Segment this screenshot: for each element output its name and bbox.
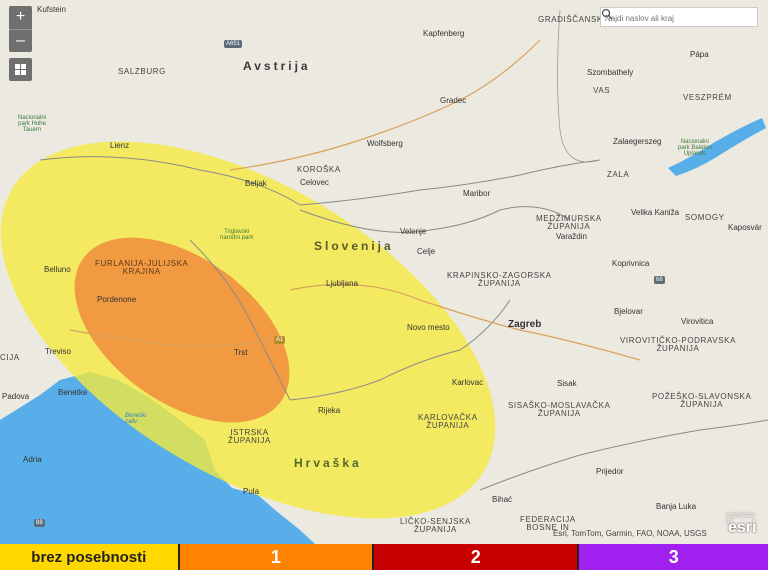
zoom-in-button[interactable]: +: [9, 6, 32, 29]
road-shield-68: 68: [654, 276, 665, 284]
city-label-sisak: Sisak: [557, 379, 577, 388]
city-label-padova: Padova: [2, 392, 30, 401]
country-label-austria: Avstrija: [243, 59, 311, 73]
region-label-medzimurska: MEDŽIMURSKA ŽUPANIJA: [536, 214, 602, 231]
city-label-lienz: Lienz: [110, 141, 130, 150]
city-label-kaposvar: Kaposvár: [728, 223, 762, 232]
city-label-benetke: Benetke: [58, 388, 88, 397]
zoom-out-button[interactable]: –: [9, 29, 32, 53]
city-label-trst: Trst: [234, 348, 248, 357]
home-extent-button[interactable]: [9, 58, 32, 81]
city-label-koprivnica: Koprivnica: [612, 259, 650, 268]
region-label-licko-senjska: LIČKO-SENJSKA ŽUPANIJA: [400, 517, 471, 534]
park-label-hohe-tauern: Nacionalni park Hohe Tauern: [18, 115, 47, 133]
search-box: [600, 7, 758, 28]
region-label-viroviticko: VIROVITIČKO-PODRAVSKA ŽUPANIJA: [620, 336, 737, 353]
road-shield-a651: A651: [224, 40, 243, 48]
city-label-zagreb: Zagreb: [508, 319, 542, 330]
water-label-beneski-zaliv: Beneški zaliv: [125, 413, 147, 425]
city-label-varazdin: Varaždin: [556, 232, 587, 241]
region-label-zala: ZALA: [607, 170, 630, 179]
city-label-beljak: Beljak: [245, 179, 267, 188]
globe-icon: [15, 64, 26, 75]
city-label-szombathely: Szombathely: [587, 68, 634, 77]
city-label-virovitica: Virovitica: [681, 317, 714, 326]
city-label-celje: Celje: [417, 247, 436, 256]
legend-item-level-1: 1: [177, 544, 373, 570]
region-label-sisacko: SISAŠKO-MOSLAVAČKA ŽUPANIJA: [508, 401, 611, 418]
city-label-papa: Pápa: [690, 50, 709, 59]
city-label-pula: Pula: [243, 487, 260, 496]
road-shield-a1: A1: [274, 336, 286, 344]
city-label-novo-mesto: Novo mesto: [407, 323, 450, 332]
city-label-belluno: Belluno: [44, 265, 71, 274]
city-label-bihac: Bihać: [492, 495, 513, 504]
city-label-velenje: Velenje: [400, 227, 427, 236]
city-label-maribor: Maribor: [463, 189, 491, 198]
legend-item-level-3: 3: [577, 544, 768, 570]
region-label-krapinsko-zagorska: KRAPINSKO-ZAGORSKA ŽUPANIJA: [447, 271, 552, 288]
city-label-adria: Adria: [23, 455, 42, 464]
region-label-veszprem: VESZPRÉM: [683, 93, 732, 102]
esri-powered-label: POWERED BY: [726, 513, 756, 525]
city-label-rijeka: Rijeka: [318, 406, 341, 415]
city-label-kufstein: Kufstein: [37, 5, 66, 14]
city-label-kapfenberg: Kapfenberg: [423, 29, 465, 38]
legend-item-no-warning: brez posebnosti: [0, 544, 178, 570]
city-label-celovec: Celovec: [300, 178, 329, 187]
city-label-velika-kanizsa: Velika Kaniža: [631, 208, 680, 217]
city-label-pordenone: Pordenone: [97, 295, 137, 304]
country-label-croatia: Hrvaška: [294, 456, 362, 470]
city-label-prijedor: Prijedor: [596, 467, 624, 476]
country-label-slovenia: Slovenija: [314, 239, 394, 253]
map[interactable]: Avstrija Slovenija Hrvaška SALZBURG KORO…: [0, 0, 768, 544]
region-label-gradiscansko: GRADIŠČANSK: [538, 15, 603, 24]
region-label-pozesko: POŽEŠKO-SLAVONSKA ŽUPANIJA: [652, 392, 752, 409]
region-label-koroska: KOROŠKA: [297, 165, 341, 174]
region-label-vas: VAS: [593, 86, 611, 95]
city-label-wolfsberg: Wolfsberg: [367, 139, 403, 148]
city-label-gradec: Gradec: [440, 96, 467, 105]
city-label-zalaegerszeg: Zalaegerszeg: [613, 137, 662, 146]
zoom-controls: + –: [9, 6, 32, 52]
warning-legend: brez posebnosti 1 2 3: [0, 544, 768, 570]
search-input[interactable]: [601, 9, 739, 28]
region-label-salzburg: SALZBURG: [118, 67, 166, 76]
region-label-karlovacka: KARLOVAČKA ŽUPANIJA: [418, 413, 478, 430]
city-label-ljubljana: Ljubljana: [326, 279, 359, 288]
search-icon[interactable]: [601, 8, 613, 20]
city-label-bjelovar: Bjelovar: [614, 307, 643, 316]
road-shield-88: 88: [34, 519, 45, 527]
city-label-karlovac: Karlovac: [452, 378, 484, 387]
park-label-triglavski: Triglavski narodni park: [220, 229, 254, 241]
map-attribution: Esri, TomTom, Garmin, FAO, NOAA, USGS: [553, 529, 707, 538]
esri-logo: POWERED BY esri: [726, 513, 756, 537]
region-label-somogy: SOMOGY: [685, 213, 725, 222]
city-label-banja-luka: Banja Luka: [656, 502, 697, 511]
region-label-furlanija: FURLANIJA-JULIJSKA KRAJINA: [95, 259, 189, 276]
region-label-istrska: ISTRSKA ŽUPANIJA: [228, 428, 271, 445]
legend-item-level-2: 2: [372, 544, 578, 570]
city-label-treviso: Treviso: [45, 347, 71, 356]
park-label-balaton: Nacionalni park Balaton Uplands: [678, 139, 712, 157]
region-label-cija: CIJA: [0, 353, 20, 362]
